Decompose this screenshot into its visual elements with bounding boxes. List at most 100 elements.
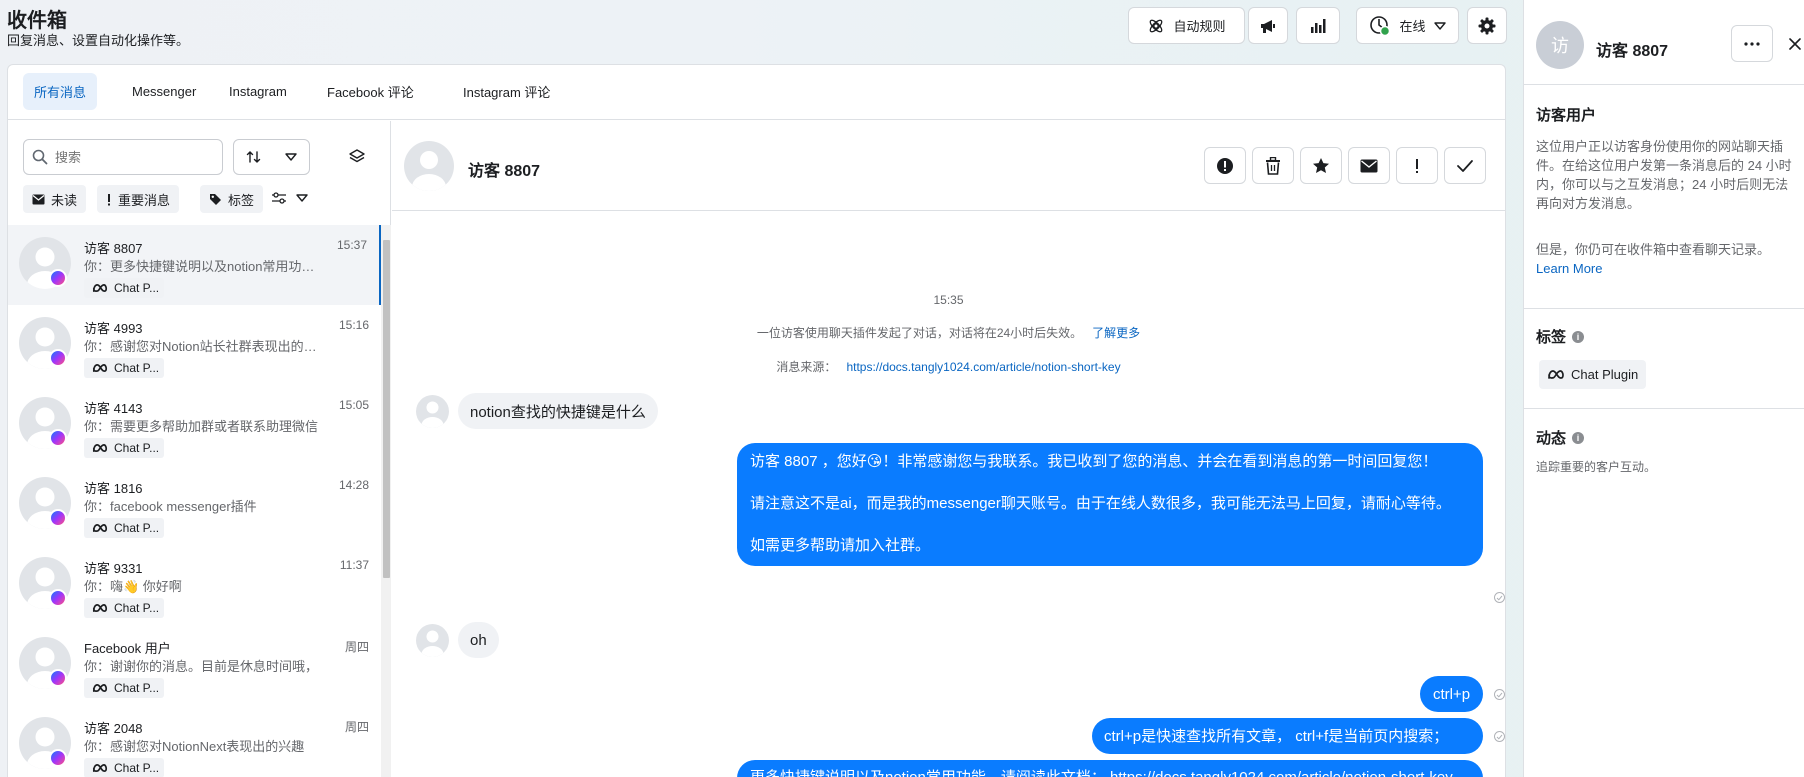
messenger-icon — [49, 269, 67, 287]
tag-chip[interactable]: Chat Plugin — [1539, 360, 1647, 389]
conversation-time: 周四 — [344, 720, 369, 734]
conversation-item[interactable]: 访客 9331 11:37 你：嗨👋 你好啊 Chat P... — [8, 545, 381, 625]
tab-all-messages[interactable]: 所有消息 — [23, 73, 98, 110]
filter-unread[interactable]: 未读 — [23, 185, 87, 213]
conversation-item[interactable]: 访客 1816 14:28 你：facebook messenger插件 Chat P… — [8, 465, 381, 545]
conversation-item[interactable]: 访客 8807 15:37 你：更多快捷键说明以及notion常用功能，请阅读此文档… — [8, 225, 381, 305]
contact-details-panel: 访 访客 8807 访客用户 这位用户正以访客身份使用你的网站聊天插 件。在给这… — [1523, 0, 1804, 777]
layers-button[interactable] — [348, 148, 366, 166]
learn-more-link[interactable]: Learn More — [1536, 261, 1602, 276]
messenger-icon — [49, 349, 67, 367]
learn-more-link[interactable]: 了解更多 — [1092, 326, 1140, 340]
report-spam-button[interactable] — [1204, 147, 1246, 184]
page-title: 收件箱 — [7, 10, 67, 32]
mark-done-button[interactable] — [1444, 147, 1486, 184]
outgoing-message: 访客 8807 ，您好😘！非常感谢您与我联系。我已收到了您的消息、并会在看到消息… — [737, 443, 1483, 566]
message-timestamp: 15:35 — [933, 293, 964, 307]
source-chip: Chat P... — [84, 358, 165, 378]
automation-icon — [1147, 17, 1165, 35]
visitor-section-title: 访客用户 — [1536, 107, 1597, 124]
availability-dropdown[interactable]: 在线 — [1356, 7, 1459, 44]
message-paragraph: 访客 8807 ，您好😘！非常感谢您与我联系。我已收到了您的消息、并会在看到消息… — [750, 453, 1438, 470]
meta-icon — [92, 283, 108, 293]
messenger-icon — [49, 749, 67, 767]
filter-tags[interactable]: 标签 — [200, 185, 264, 213]
source-chip: Chat P... — [84, 678, 165, 698]
megaphone-icon — [1259, 17, 1277, 35]
conversation-time: 15:37 — [336, 238, 367, 252]
tag-icon — [209, 193, 222, 206]
source-chip: Chat P... — [84, 438, 165, 458]
chevron-down-icon — [1433, 21, 1446, 31]
inbox-card: 所有消息 Messenger Instagram Facebook 评论 Ins… — [7, 64, 1506, 777]
star-icon — [1312, 157, 1330, 175]
tags-section-title: 标签 i — [1536, 326, 1585, 347]
filter-options-dropdown[interactable] — [271, 191, 308, 205]
avatar — [416, 624, 449, 657]
delete-button[interactable] — [1252, 147, 1294, 184]
channel-tabs: 所有消息 Messenger Instagram Facebook 评论 Ins… — [8, 65, 1505, 120]
exclamation-icon — [1414, 158, 1420, 174]
tab-messenger[interactable]: Messenger — [121, 73, 207, 110]
search-box[interactable] — [23, 139, 223, 175]
conversation-name: 访客 8807 — [84, 241, 143, 256]
divider — [1524, 84, 1804, 85]
outgoing-message: ctrl+p — [1420, 676, 1483, 712]
incoming-message: notion查找的快捷键是什么 — [458, 393, 658, 429]
meta-icon — [92, 443, 108, 453]
filter-unread-label: 未读 — [51, 192, 78, 208]
sliders-icon — [271, 191, 287, 205]
tag-chip-label: Chat Plugin — [1571, 367, 1639, 382]
tab-instagram-comments[interactable]: Instagram 评论 — [452, 73, 561, 110]
announcement-button[interactable] — [1248, 7, 1288, 44]
close-button[interactable] — [1789, 38, 1801, 50]
notice-text: 一位访客使用聊天插件发起了对话，对话将在24小时后失效。 — [756, 326, 1083, 340]
conversation-time: 周四 — [344, 640, 369, 654]
info-icon[interactable]: i — [1572, 330, 1585, 343]
meta-icon — [92, 603, 108, 613]
messenger-icon — [49, 429, 67, 447]
conversation-time: 15:16 — [338, 318, 369, 332]
delivered-icon — [1494, 592, 1505, 603]
info-icon[interactable]: i — [1572, 431, 1585, 444]
more-options-button[interactable] — [1731, 25, 1773, 62]
bar-chart-icon — [1309, 17, 1327, 35]
mark-unread-button[interactable] — [1348, 147, 1390, 184]
source-chip-label: Chat P... — [114, 761, 160, 775]
conversation-list: 访客 8807 15:37 你：更多快捷键说明以及notion常用功能，请阅读此文档… — [8, 225, 381, 777]
meta-icon — [1547, 369, 1565, 380]
conversation-name: 访客 4993 — [84, 321, 143, 336]
conversation-name: Facebook 用户 — [84, 641, 171, 656]
description-line: 内，你可以与之互发消息；24 小时后则无法 — [1536, 177, 1789, 192]
conversation-time: 14:28 — [338, 478, 369, 492]
filter-important[interactable]: 重要消息 — [97, 185, 180, 213]
conversation-item[interactable]: 访客 2048 周四 你：感谢您对NotionNext表现出的兴趣 Chat P... — [8, 705, 381, 777]
conversation-item[interactable]: Facebook 用户 周四你：谢谢你的消息。目前是休息时间哦， Chat P... — [8, 625, 381, 705]
delivered-icon — [1494, 731, 1505, 742]
conversation-item[interactable]: 访客 4143 15:05 你：需要更多帮助加群或者联系助理微信 Chat P... — [8, 385, 381, 465]
chevron-down-icon — [296, 193, 308, 203]
source-url-link[interactable]: https://docs.tangly1024.com/article/noti… — [846, 360, 1120, 374]
auto-rules-button[interactable]: 自动规则 — [1128, 7, 1245, 44]
settings-button[interactable] — [1467, 7, 1507, 44]
tab-facebook-comments[interactable]: Facebook 评论 — [316, 73, 425, 110]
star-button[interactable] — [1300, 147, 1342, 184]
mark-important-button[interactable] — [1396, 147, 1438, 184]
messenger-icon — [49, 589, 67, 607]
search-input[interactable] — [55, 149, 205, 165]
conversation-preview: 你：谢谢你的消息。目前是休息时间哦， — [84, 659, 319, 674]
gear-icon — [1478, 17, 1496, 35]
scrollbar-thumb[interactable] — [383, 240, 390, 578]
tab-instagram[interactable]: Instagram — [218, 73, 298, 110]
status-label: 在线 — [1399, 19, 1426, 34]
message-paragraph: 请注意这不是ai，而是我的messenger聊天账号。由于在线人数很多，我可能无… — [750, 495, 1451, 512]
insights-button[interactable] — [1296, 7, 1340, 44]
chat-header: 访客 8807 — [392, 121, 1505, 211]
avatar[interactable] — [404, 141, 454, 191]
source-chip-label: Chat P... — [114, 521, 160, 535]
docs-link[interactable]: https://docs.tangly1024.com/article/noti… — [1110, 769, 1453, 777]
sort-dropdown[interactable] — [233, 139, 310, 175]
check-icon — [1456, 159, 1474, 173]
chat-contact-name[interactable]: 访客 8807 — [468, 157, 540, 181]
conversation-item[interactable]: 访客 4993 15:16 你：感谢您对Notion站长社群表现出的兴趣 Chat P… — [8, 305, 381, 385]
